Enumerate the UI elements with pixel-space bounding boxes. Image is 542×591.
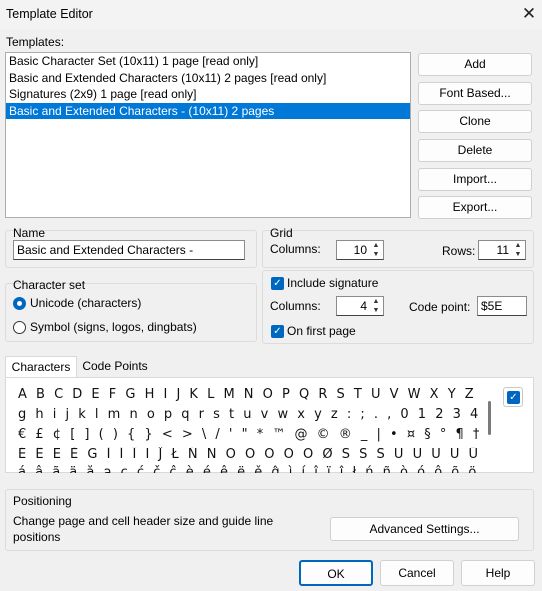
signature-columns-spinner[interactable]: 4 ▲ ▼ (336, 296, 384, 316)
scrollbar-thumb[interactable] (488, 401, 491, 435)
signature-columns-value: 4 (360, 299, 367, 313)
import-button[interactable]: Import... (418, 168, 532, 191)
grid-columns-label: Columns: (270, 242, 321, 256)
window-title: Template Editor (6, 7, 93, 21)
spin-up-icon[interactable]: ▲ (513, 241, 523, 250)
grid-label: Grid (270, 226, 293, 240)
templates-list[interactable]: Basic Character Set (10x11) 1 page [read… (5, 52, 411, 218)
positioning-description-cont: positions (13, 530, 61, 544)
characters-line: á â ã ä å ą ç ć č ĉ è é ê ë ě ĝ ì í î ï … (18, 465, 480, 473)
checkbox-icon: ✓ (507, 391, 520, 404)
positioning-label: Positioning (13, 494, 72, 508)
add-button[interactable]: Add (418, 53, 532, 76)
clone-button[interactable]: Clone (418, 110, 532, 133)
spin-down-icon[interactable]: ▼ (371, 306, 381, 315)
help-button[interactable]: Help (461, 560, 535, 586)
list-item[interactable]: Signatures (2x9) 1 page [read only] (6, 86, 410, 103)
positioning-description: Change page and cell header size and gui… (13, 514, 274, 528)
include-signature-label[interactable]: Include signature (287, 276, 378, 290)
symbol-radio[interactable] (13, 321, 26, 334)
list-item[interactable]: Basic and Extended Characters (10x11) 2 … (6, 70, 410, 87)
unicode-radio[interactable] (13, 297, 26, 310)
code-point-input[interactable]: $5E (477, 296, 527, 316)
spin-down-icon[interactable]: ▼ (371, 250, 381, 259)
tab-characters[interactable]: Characters (5, 356, 77, 378)
templates-label: Templates: (6, 35, 65, 49)
grid-rows-label: Rows: (442, 244, 476, 258)
unicode-radio-label[interactable]: Unicode (characters) (30, 296, 141, 310)
grid-columns-spinner[interactable]: 10 ▲ ▼ (336, 240, 384, 260)
list-item[interactable]: Basic Character Set (10x11) 1 page [read… (6, 53, 410, 70)
name-input[interactable]: Basic and Extended Characters - (13, 240, 245, 260)
on-first-page-checkbox[interactable]: ✓ (271, 325, 284, 338)
font-based-button[interactable]: Font Based... (418, 82, 532, 105)
code-point-label: Code point: (409, 300, 471, 314)
grid-columns-value: 10 (353, 243, 367, 257)
advanced-settings-button[interactable]: Advanced Settings... (330, 517, 519, 541)
export-button[interactable]: Export... (418, 196, 532, 219)
characters-panel: A B C D E F G H I J K L M N O P Q R S T … (5, 377, 534, 473)
close-icon[interactable]: ✕ (518, 3, 540, 25)
characters-line: g h i j k l m n o p q r s t u v w x y z … (18, 407, 480, 422)
spin-up-icon[interactable]: ▲ (371, 297, 381, 306)
grid-rows-spinner[interactable]: 11 ▲ ▼ (478, 240, 526, 260)
characters-line: € £ ¢ [ ] ( ) { } < > \ / ' " * ™ @ © ® … (18, 427, 480, 442)
characters-edit-toggle[interactable]: ✓ (503, 387, 523, 407)
characters-scrollbar[interactable] (486, 383, 492, 467)
signature-columns-label: Columns: (270, 299, 321, 313)
grid-rows-value: 11 (496, 243, 509, 257)
ok-button[interactable]: OK (299, 560, 373, 586)
spin-down-icon[interactable]: ▼ (513, 250, 523, 259)
cancel-button[interactable]: Cancel (380, 560, 454, 586)
character-set-label: Character set (13, 278, 86, 292)
list-item[interactable]: Basic and Extended Characters - (10x11) … (6, 102, 410, 119)
name-label: Name (13, 226, 46, 240)
characters-line: A B C D E F G H I J K L M N O P Q R S T … (18, 387, 480, 402)
characters-line: É Ê Ë Ě Ĝ Ì Í Î Ï Ĵ Ł Ń Ñ Ò Ó Ô Õ Ö Ø Ś … (18, 447, 480, 462)
symbol-radio-label[interactable]: Symbol (signs, logos, dingbats) (30, 320, 197, 334)
spin-up-icon[interactable]: ▲ (371, 241, 381, 250)
delete-button[interactable]: Delete (418, 139, 532, 162)
on-first-page-label[interactable]: On first page (287, 324, 356, 338)
tab-code-points[interactable]: Code Points (79, 356, 151, 378)
include-signature-checkbox[interactable]: ✓ (271, 277, 284, 290)
